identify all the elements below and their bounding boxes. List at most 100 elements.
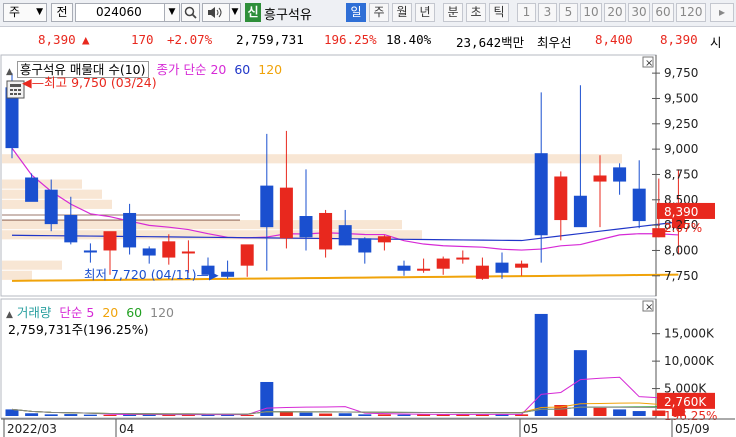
candle-body [25, 177, 39, 202]
calculator-icon [10, 84, 21, 95]
candle-body [417, 268, 431, 271]
sound-dropdown[interactable]: ▼ [229, 3, 241, 22]
candle-body [495, 262, 509, 273]
type-selector[interactable]: 주 ▼ [3, 3, 47, 22]
trade-volume: 2,759,731 [236, 32, 304, 47]
volume-bar [613, 409, 627, 416]
chevron-down-icon: ▼ [231, 7, 239, 17]
tab-tick[interactable]: 틱 [489, 3, 509, 22]
candle-body [593, 175, 607, 182]
high-annotation-text: 최고 9,750 (03/24) [44, 75, 157, 90]
interval-5-label: 5 [564, 5, 573, 19]
volume-tick-label: 10,000K [664, 354, 715, 368]
interval-30-label: 30 [631, 5, 647, 19]
interval-5[interactable]: 5 [559, 3, 578, 22]
date-tick-label: 04 [119, 422, 134, 436]
candle-body [632, 188, 646, 222]
search-icon [184, 6, 197, 19]
candle-body [83, 250, 97, 253]
interval-120-label: 120 [679, 5, 703, 19]
price-tick-label: 8,750 [664, 167, 698, 181]
sound-button[interactable] [202, 3, 230, 22]
tab-period-week[interactable]: 주 [369, 3, 389, 22]
candle-body [162, 241, 176, 258]
candle-body [573, 195, 587, 228]
interval-120[interactable]: 120 [676, 3, 706, 22]
current-change-tag: 2.07% [664, 221, 702, 235]
volume-bar [397, 414, 411, 416]
stock-code-value: 024060 [96, 5, 142, 19]
interval-20[interactable]: 20 [604, 3, 626, 22]
best-ask: 8,400 [595, 32, 633, 47]
price-ma-20: 20 [210, 62, 227, 77]
interval-3-label: 3 [543, 5, 552, 19]
candle-body [534, 153, 548, 236]
tab-period-year[interactable]: 년 [415, 3, 435, 22]
volume-ma-120: 120 [150, 305, 174, 320]
speaker-icon [208, 7, 222, 18]
volume-bar [299, 412, 313, 416]
candle-body [64, 215, 78, 243]
volume-ma-20: 20 [102, 305, 119, 320]
stock-code-input[interactable]: 024060 [75, 3, 165, 22]
tab-period-year-label: 년 [419, 5, 431, 19]
price-ma-60: 60 [234, 62, 251, 77]
interval-60[interactable]: 60 [652, 3, 674, 22]
candle-body [436, 258, 450, 269]
stock-chart[interactable]: 9,7509,5009,2509,0008,7508,5008,2508,000… [0, 53, 736, 437]
close-icon: × [645, 302, 653, 313]
volume-bar [534, 313, 548, 416]
volume-bar [338, 413, 352, 416]
volume-label: 거래량 [16, 305, 52, 320]
quote-bar: 8,390 ▲ 170 +2.07% 2,759,731 196.25% 18.… [0, 27, 736, 54]
interval-60-label: 60 [655, 5, 671, 19]
stock-code-dropdown[interactable]: ▼ [164, 3, 180, 22]
trade-amount: 23,642백만 [456, 35, 525, 50]
volume-ratio: 196.25% [324, 32, 377, 47]
candle-body [475, 265, 489, 279]
turnover-rate: 18.40% [386, 32, 432, 47]
tab-period-day[interactable]: 일 [346, 3, 366, 22]
volume-bar [260, 381, 274, 416]
search-button[interactable] [181, 3, 200, 22]
tab-period-month-label: 월 [396, 5, 408, 19]
best-bid: 8,390 [660, 32, 698, 47]
candle-body [338, 225, 352, 246]
open-label: 시 [710, 35, 722, 50]
volume-bar [103, 414, 117, 416]
interval-1[interactable]: 1 [517, 3, 536, 22]
volume-bar [632, 411, 646, 416]
left-arrow-icon: ◀— [22, 75, 45, 90]
candle-body [613, 167, 627, 182]
interval-10[interactable]: 10 [580, 3, 602, 22]
interval-30[interactable]: 30 [628, 3, 650, 22]
volume-bar [25, 413, 39, 416]
panel-close-button[interactable]: × [642, 56, 654, 69]
tab-period-day-label: 일 [350, 5, 362, 19]
type-selector-label: 주 [9, 5, 21, 19]
candle-body [181, 251, 195, 254]
volume-bar [319, 413, 333, 416]
tab-minute[interactable]: 분 [443, 3, 463, 22]
date-tick-label: 2022/03 [7, 422, 57, 436]
volume-ma-60: 60 [126, 305, 143, 320]
candle-body [397, 265, 411, 271]
tab-period-week-label: 주 [373, 5, 385, 19]
volume-ma-5: 5 [86, 305, 95, 320]
interval-3[interactable]: 3 [538, 3, 557, 22]
tab-second[interactable]: 초 [466, 3, 486, 22]
current-price-tag: 8,390 [664, 205, 698, 219]
close-icon: × [645, 58, 653, 69]
price-tick-label: 9,000 [664, 142, 698, 156]
price-ma-label: 종가 단순 [156, 62, 207, 77]
volume-panel-close-button[interactable]: × [642, 300, 654, 313]
interval-20-label: 20 [607, 5, 623, 19]
tab-period-month[interactable]: 월 [392, 3, 412, 22]
code-prefix-button[interactable]: 전 [51, 3, 73, 22]
interval-10-label: 10 [583, 5, 599, 19]
scroll-right-button[interactable]: ▸ [710, 3, 734, 22]
current-volume-tag: 2,760K [664, 395, 707, 409]
change-arrow-icon: ▲ [82, 32, 90, 47]
volume-bar [593, 407, 607, 416]
triangle-icon: ▲ [6, 67, 13, 77]
